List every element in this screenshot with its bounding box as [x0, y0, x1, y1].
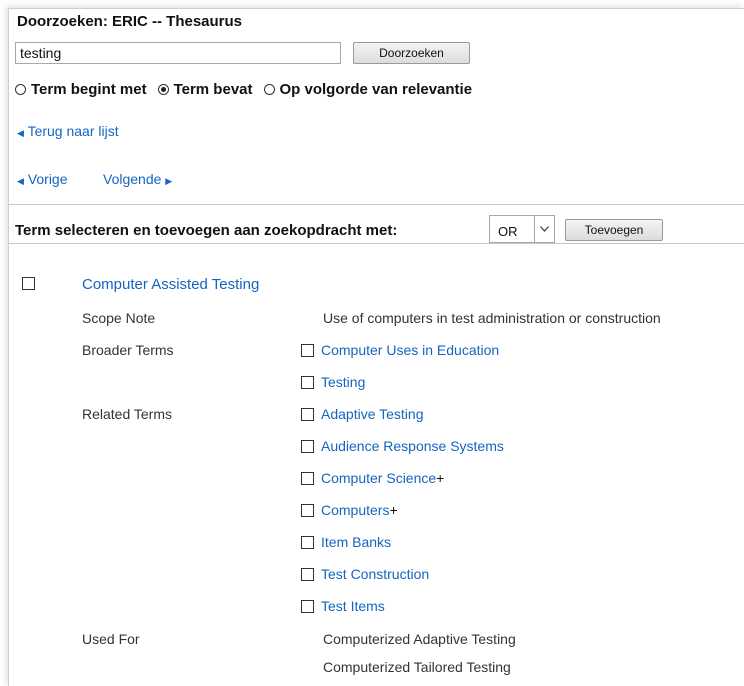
radio-checked-icon[interactable] — [157, 84, 169, 95]
related-term-item: Computers + — [301, 502, 398, 518]
divider — [9, 243, 744, 244]
expand-plus: + — [389, 502, 398, 518]
term-checkbox[interactable] — [301, 471, 314, 485]
search-button[interactable]: Doorzoeken — [353, 42, 470, 64]
broader-term-item: Computer Uses in Education — [301, 342, 499, 358]
term-checkbox[interactable] — [301, 375, 314, 389]
operator-select[interactable]: OR — [489, 215, 555, 243]
term-link[interactable]: Computer Uses in Education — [321, 342, 499, 358]
radio-label: Term begint met — [31, 81, 147, 98]
term-link[interactable]: Computers — [321, 502, 389, 518]
radio-term-contains[interactable]: Term bevat — [157, 81, 253, 98]
operator-value: OR — [498, 224, 518, 239]
back-to-list-link[interactable]: ◀ Terug naar lijst — [17, 123, 119, 139]
term-checkbox[interactable] — [301, 343, 314, 357]
scope-note-text: Use of computers in test administration … — [323, 310, 661, 326]
radio-term-begins-with[interactable]: Term begint met — [15, 81, 147, 98]
related-term-item: Computer Science + — [301, 470, 444, 486]
term-link[interactable]: Audience Response Systems — [321, 438, 504, 454]
term-checkbox[interactable] — [301, 599, 314, 613]
radio-icon[interactable] — [263, 84, 275, 95]
thesaurus-panel: Doorzoeken: ERIC -- Thesaurus Doorzoeken… — [8, 8, 744, 686]
term-link[interactable]: Computer Science — [321, 470, 436, 486]
radio-label: Term bevat — [173, 81, 253, 98]
triangle-left-icon: ◀ — [17, 128, 24, 138]
term-link[interactable]: Testing — [321, 374, 365, 390]
related-terms-label: Related Terms — [82, 406, 173, 422]
divider — [9, 204, 744, 205]
term-checkbox[interactable] — [301, 439, 314, 453]
term-checkbox[interactable] — [301, 567, 314, 581]
term-link[interactable]: Test Items — [321, 598, 385, 614]
page-title: Doorzoeken: ERIC -- Thesaurus — [17, 13, 243, 30]
expand-plus: + — [436, 470, 445, 486]
related-term-item: Item Banks — [301, 534, 391, 550]
term-link[interactable]: Item Banks — [321, 534, 391, 550]
search-mode-options: Term begint met Term bevat Op volgorde v… — [15, 81, 483, 98]
radio-icon[interactable] — [15, 84, 26, 95]
term-checkbox[interactable] — [301, 535, 314, 549]
related-term-item: Adaptive Testing — [301, 406, 423, 422]
term-link[interactable]: Adaptive Testing — [321, 406, 423, 422]
main-term-checkbox[interactable] — [22, 277, 35, 290]
term-checkbox[interactable] — [301, 407, 314, 421]
previous-link[interactable]: ◀ Vorige — [17, 171, 68, 187]
broader-term-item: Testing — [301, 374, 365, 390]
related-term-item: Test Construction — [301, 566, 429, 582]
used-for-term: Computerized Tailored Testing — [323, 659, 511, 675]
related-term-item: Test Items — [301, 598, 385, 614]
triangle-right-icon: ▶ — [165, 176, 173, 186]
used-for-label: Used For — [82, 631, 140, 647]
triangle-left-icon: ◀ — [17, 176, 24, 186]
search-input[interactable] — [15, 42, 341, 64]
add-button[interactable]: Toevoegen — [565, 219, 663, 241]
term-link[interactable]: Test Construction — [321, 566, 429, 582]
chevron-down-icon[interactable] — [534, 216, 554, 242]
scope-note-label: Scope Note — [82, 310, 156, 326]
radio-label: Op volgorde van relevantie — [279, 81, 473, 98]
broader-terms-label: Broader Terms — [82, 342, 174, 358]
radio-relevance-order[interactable]: Op volgorde van relevantie — [263, 81, 473, 98]
next-link[interactable]: Volgende ▶ — [103, 171, 172, 187]
combine-label: Term selecteren en toevoegen aan zoekopd… — [15, 222, 398, 239]
used-for-term: Computerized Adaptive Testing — [323, 631, 516, 647]
term-checkbox[interactable] — [301, 503, 314, 517]
related-term-item: Audience Response Systems — [301, 438, 504, 454]
main-term-link[interactable]: Computer Assisted Testing — [82, 276, 259, 293]
